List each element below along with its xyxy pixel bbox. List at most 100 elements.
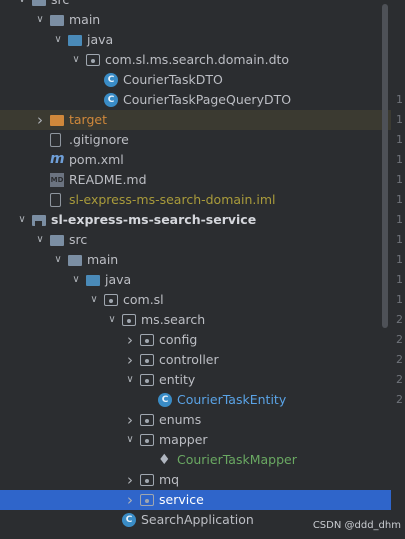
- tree-row-label: SearchApplication: [141, 512, 254, 527]
- folder-icon: [50, 15, 64, 26]
- tree-row[interactable]: › service: [0, 490, 391, 510]
- package-icon: [140, 374, 154, 386]
- tree-row-label: src: [51, 0, 69, 10]
- tree-row-label: README.md: [69, 172, 147, 187]
- tree-row-label: java: [105, 272, 132, 287]
- tree-row-label: target: [69, 112, 108, 127]
- tree-row[interactable]: MD README.md: [0, 170, 391, 190]
- folder-icon: [32, 0, 46, 6]
- chevron-down-icon[interactable]: ∨: [70, 50, 82, 70]
- class-icon: C: [104, 93, 118, 107]
- tree-row-label: CourierTaskMapper: [177, 452, 297, 467]
- tree-row[interactable]: ∨ mapper: [0, 430, 391, 450]
- gutter-line-number: 1: [396, 93, 403, 106]
- chevron-down-icon[interactable]: ∨: [106, 310, 118, 330]
- tree-row[interactable]: ∨ com.sl.ms.search.domain.dto: [0, 50, 391, 70]
- chevron-down-icon[interactable]: ∨: [34, 230, 46, 250]
- iml-icon: [50, 193, 61, 207]
- chevron-down-icon[interactable]: ∨: [52, 250, 64, 270]
- tree-row-label: CourierTaskDTO: [123, 72, 223, 87]
- tree-row[interactable]: ∨ main: [0, 250, 391, 270]
- package-icon: [140, 414, 154, 426]
- tree-row-label: ms.search: [141, 312, 206, 327]
- tree-row-label: main: [69, 12, 101, 27]
- chevron-down-icon[interactable]: ∨: [16, 0, 28, 10]
- tree-row[interactable]: ∨ entity: [0, 370, 391, 390]
- tree-row[interactable]: › config: [0, 330, 391, 350]
- chevron-right-icon[interactable]: ›: [124, 470, 136, 490]
- chevron-right-icon[interactable]: ›: [124, 350, 136, 370]
- mybatis-icon: ♦: [158, 452, 171, 468]
- scrollbar-thumb[interactable]: [382, 4, 388, 328]
- chevron-down-icon[interactable]: ∨: [16, 210, 28, 230]
- package-icon: [104, 294, 118, 306]
- folder-icon: [50, 235, 64, 246]
- tree-row[interactable]: ∨ com.sl: [0, 290, 391, 310]
- tree-row[interactable]: › enums: [0, 410, 391, 430]
- tree-row-label: enums: [159, 412, 202, 427]
- chevron-right-icon[interactable]: ›: [124, 410, 136, 430]
- tree-row[interactable]: › mq: [0, 470, 391, 490]
- chevron-down-icon[interactable]: ∨: [70, 270, 82, 290]
- package-icon: [86, 54, 100, 66]
- tree-row-label: pom.xml: [69, 152, 124, 167]
- gutter-line-number: 1: [396, 253, 403, 266]
- gutter-line-number: 1: [396, 113, 403, 126]
- tree-row-label: CourierTaskPageQueryDTO: [123, 92, 292, 107]
- tree-row[interactable]: ∨ main: [0, 10, 391, 30]
- tree-row-label: controller: [159, 352, 219, 367]
- tree-row[interactable]: ∨ java: [0, 270, 391, 290]
- tree-row-label: entity: [159, 372, 196, 387]
- tree-row-label: config: [159, 332, 198, 347]
- chevron-down-icon[interactable]: ∨: [124, 370, 136, 390]
- project-tree: ∨ src ∨ main ∨ java ∨ com.sl.ms.search.domain.d…: [0, 0, 391, 539]
- tree-row-label: CourierTaskEntity: [177, 392, 287, 407]
- tree-row[interactable]: m pom.xml: [0, 150, 391, 170]
- tree-row[interactable]: ∨ sl-express-ms-search-service: [0, 210, 391, 230]
- package-icon: [122, 314, 136, 326]
- tree-row-label: sl-express-ms-search-domain.iml: [69, 192, 276, 207]
- tree-row[interactable]: C CourierTaskEntity: [0, 390, 391, 410]
- chevron-down-icon[interactable]: ∨: [88, 290, 100, 310]
- tree-row-label: main: [87, 252, 119, 267]
- tree-row[interactable]: ∨ src: [0, 0, 391, 10]
- target-folder-icon: [50, 115, 64, 126]
- chevron-down-icon[interactable]: ∨: [34, 10, 46, 30]
- watermark: CSDN @ddd_dhm: [312, 520, 401, 531]
- chevron-down-icon[interactable]: ∨: [124, 430, 136, 450]
- gutter-line-number: 1: [396, 273, 403, 286]
- tree-row-label: mapper: [159, 432, 208, 447]
- chevron-right-icon[interactable]: ›: [124, 330, 136, 350]
- tree-row[interactable]: C CourierTaskDTO: [0, 70, 391, 90]
- class-icon: C: [158, 393, 172, 407]
- package-icon: [140, 434, 154, 446]
- markdown-icon: MD: [50, 173, 64, 187]
- gutter-line-number: 1: [396, 233, 403, 246]
- package-icon: [140, 494, 154, 506]
- gutter-line-number: 1: [396, 133, 403, 146]
- chevron-down-icon[interactable]: ∨: [52, 30, 64, 50]
- gutter-line-number: 2: [396, 373, 403, 386]
- tree-row[interactable]: ♦ CourierTaskMapper: [0, 450, 391, 470]
- tree-row[interactable]: ∨ java: [0, 30, 391, 50]
- chevron-right-icon[interactable]: ›: [34, 110, 46, 130]
- gitignore-icon: [50, 133, 61, 147]
- package-icon: [140, 474, 154, 486]
- tree-row[interactable]: C CourierTaskPageQueryDTO: [0, 90, 391, 110]
- tree-row[interactable]: ∨ src: [0, 230, 391, 250]
- tree-row[interactable]: › target: [0, 110, 391, 130]
- package-icon: [140, 334, 154, 346]
- tree-row[interactable]: sl-express-ms-search-domain.iml: [0, 190, 391, 210]
- gutter-line-number: 1: [396, 213, 403, 226]
- gutter-line-number: 2: [396, 393, 403, 406]
- module-icon: [32, 215, 46, 226]
- tree-row[interactable]: › controller: [0, 350, 391, 370]
- tree-row-label: service: [159, 492, 204, 507]
- tree-row-label: .gitignore: [69, 132, 129, 147]
- gutter-line-number: 1: [396, 153, 403, 166]
- tree-row-label: com.sl: [123, 292, 164, 307]
- tree-row[interactable]: ∨ ms.search: [0, 310, 391, 330]
- gutter-line-number: 1: [396, 293, 403, 306]
- tree-row[interactable]: .gitignore: [0, 130, 391, 150]
- chevron-right-icon[interactable]: ›: [124, 490, 136, 510]
